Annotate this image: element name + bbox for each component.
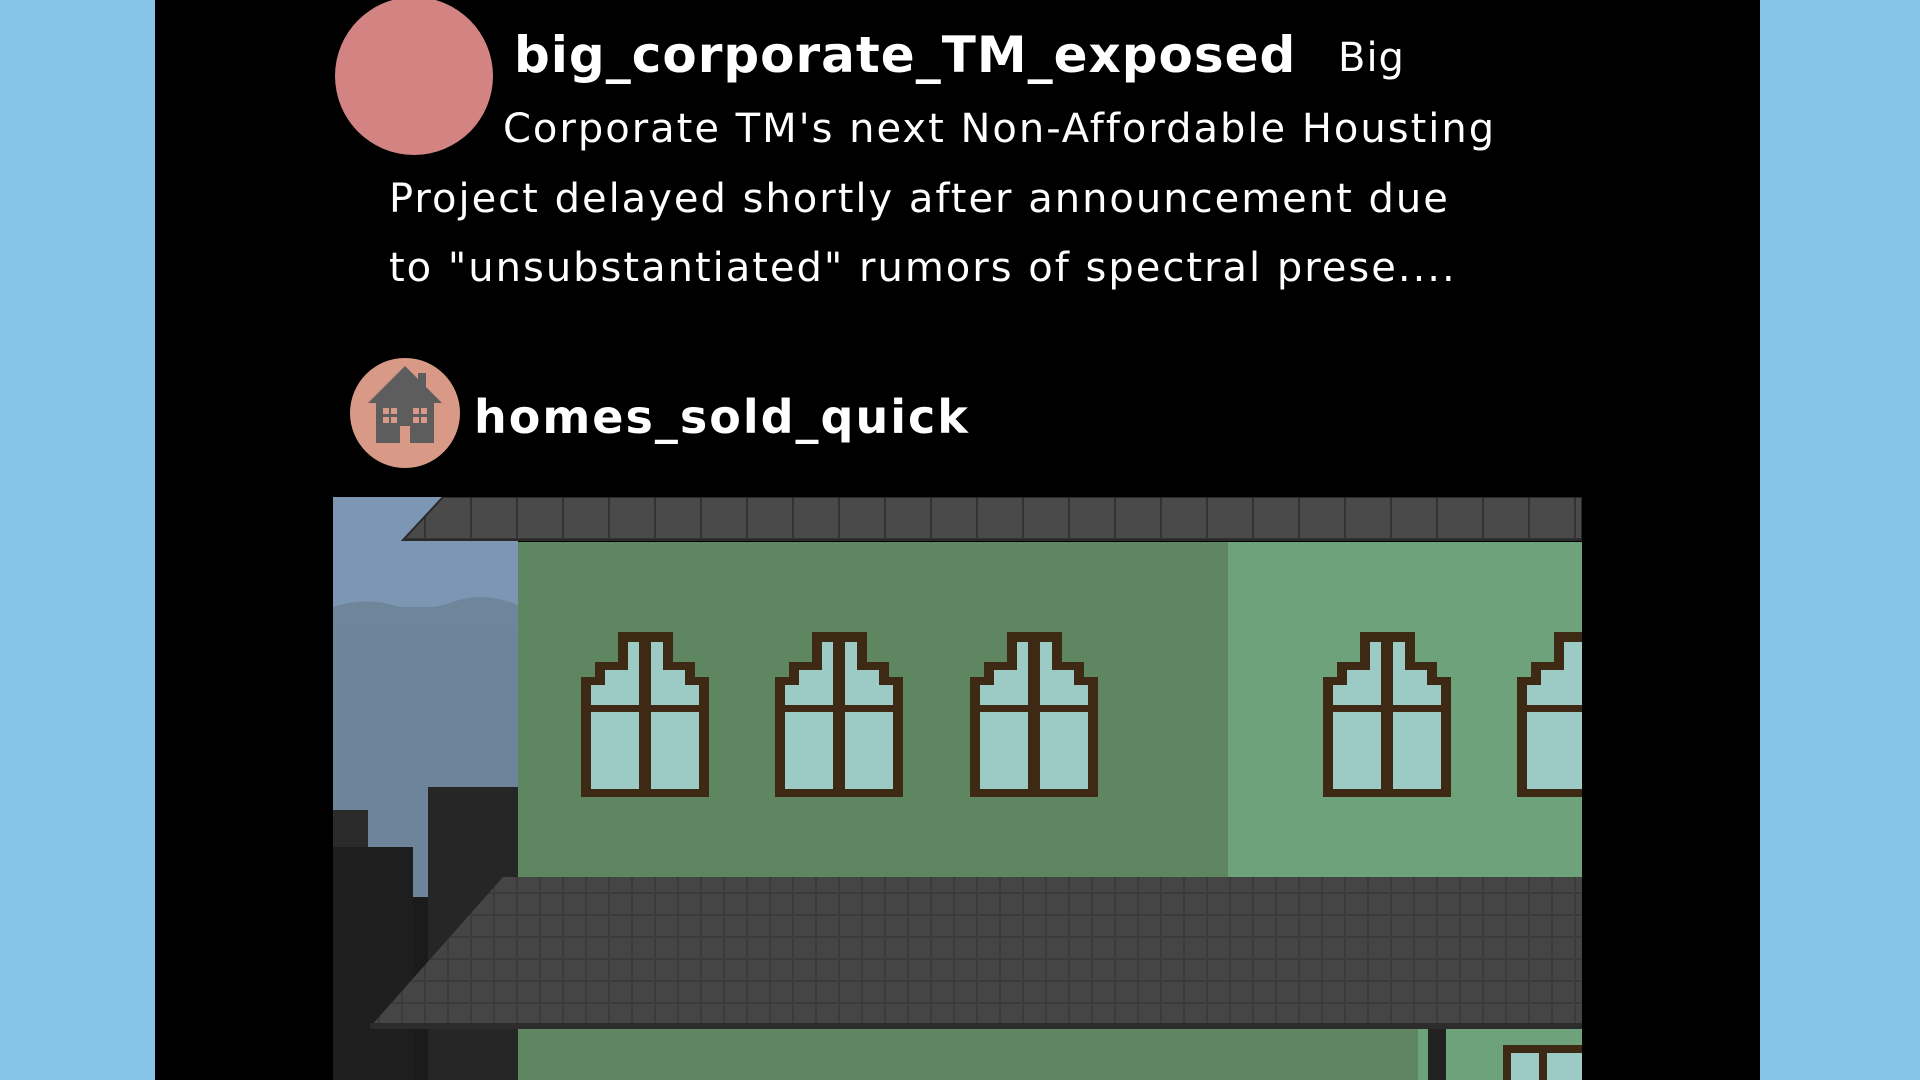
profile-avatar[interactable] [350,358,460,468]
post-username[interactable]: homes_sold_quick [474,390,970,444]
post-caption-line: Big [1338,35,1405,81]
post-image[interactable] [333,497,1582,1080]
post-caption-line: Project delayed shortly after announceme… [389,176,1450,222]
post-caption-line: Corporate TM's next Non-Affordable Houst… [503,106,1497,152]
profile-avatar[interactable] [335,0,493,155]
feed-panel: big_corporate_TM_exposed Big Corporate T… [155,0,1760,1080]
post-username[interactable]: big_corporate_TM_exposed [514,26,1296,84]
haunted-house-illustration [333,497,1582,1080]
house-icon [368,366,442,443]
post-caption-line: to "unsubstantiated" rumors of spectral … [389,245,1457,291]
